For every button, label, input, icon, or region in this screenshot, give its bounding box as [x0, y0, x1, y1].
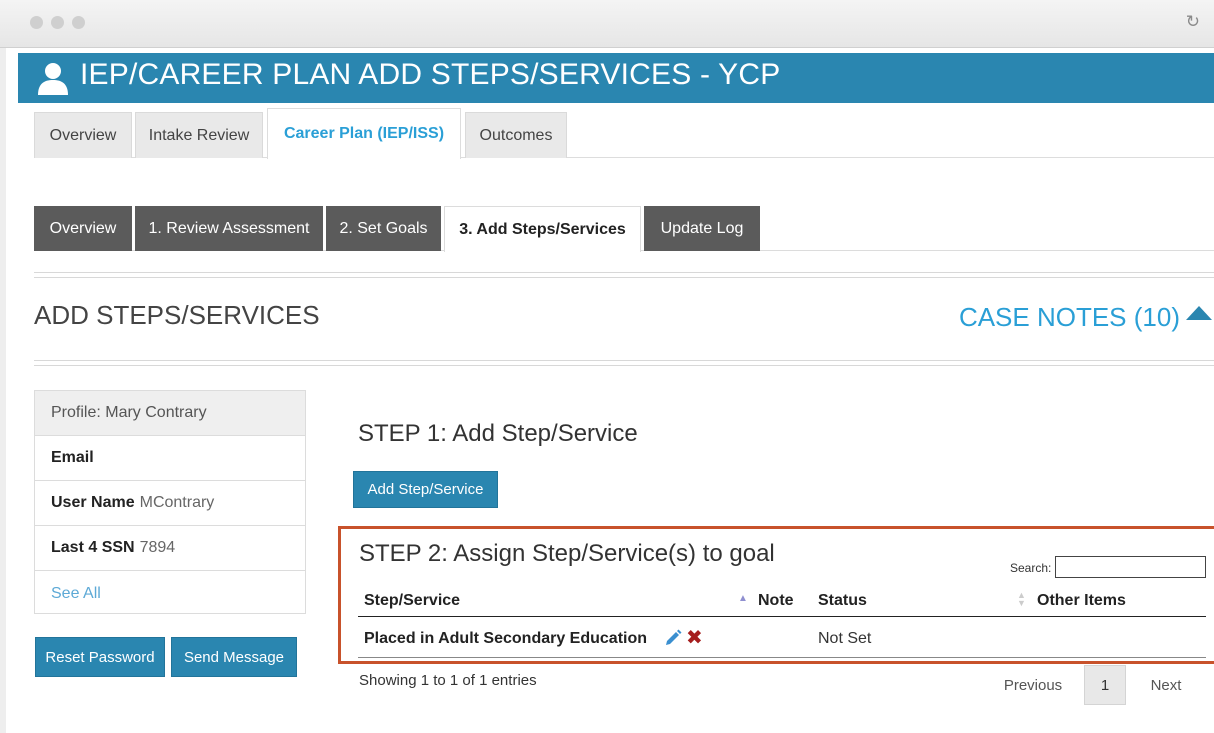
ssn-label: Last 4 SSN — [51, 539, 135, 556]
pagination-previous[interactable]: Previous — [993, 665, 1073, 705]
email-label: Email — [51, 449, 94, 466]
column-header-note[interactable]: Note — [758, 592, 794, 610]
profile-ssn-row: Last 4 SSN 7894 — [35, 526, 305, 571]
search-input[interactable] — [1055, 556, 1206, 578]
subtab-overview[interactable]: Overview — [34, 206, 132, 251]
subtab-set-goals[interactable]: 2. Set Goals — [326, 206, 441, 251]
username-value: MContrary — [139, 494, 215, 511]
chevron-up-icon[interactable] — [1186, 306, 1212, 320]
table-bottom-border — [358, 657, 1206, 658]
window-close-button[interactable] — [30, 16, 43, 29]
page-title: IEP/CAREER PLAN ADD STEPS/SERVICES - YCP — [80, 58, 781, 91]
table-cell-status: Not Set — [818, 630, 872, 647]
column-header-status[interactable]: Status — [818, 592, 867, 610]
tab-career-plan[interactable]: Career Plan (IEP/ISS) — [267, 108, 461, 159]
top-tabs: Overview Intake Review Career Plan (IEP/… — [34, 104, 1214, 159]
divider — [34, 360, 1214, 361]
ssn-value: 7894 — [139, 539, 176, 556]
reload-icon[interactable]: ↻ — [1186, 12, 1200, 32]
reset-password-button[interactable]: Reset Password — [35, 637, 165, 677]
table-header-border — [358, 616, 1206, 617]
window-maximize-button[interactable] — [72, 16, 85, 29]
search-label: Search: — [1010, 561, 1052, 575]
add-step-service-button[interactable]: Add Step/Service — [353, 471, 498, 508]
page: IEP/CAREER PLAN ADD STEPS/SERVICES - YCP… — [0, 48, 1214, 733]
column-header-other-items[interactable]: Other Items — [1037, 592, 1126, 610]
tab-outcomes[interactable]: Outcomes — [465, 112, 567, 158]
tab-intake-review[interactable]: Intake Review — [135, 112, 263, 158]
divider — [34, 277, 1214, 278]
pagination-page-1[interactable]: 1 — [1084, 665, 1126, 705]
step-tabs: Overview 1. Review Assessment 2. Set Goa… — [34, 206, 1214, 252]
divider — [34, 365, 1214, 366]
window-minimize-button[interactable] — [51, 16, 64, 29]
subtab-review-assessment[interactable]: 1. Review Assessment — [135, 206, 323, 251]
profile-panel: Profile: Mary Contrary Email User Name M… — [34, 390, 306, 614]
step2-title: STEP 2: Assign Step/Service(s) to goal — [359, 540, 775, 567]
profile-email-row: Email — [35, 436, 305, 481]
username-label: User Name — [51, 494, 135, 511]
table-info: Showing 1 to 1 of 1 entries — [359, 672, 537, 689]
tab-overview[interactable]: Overview — [34, 112, 132, 158]
case-notes-link[interactable]: CASE NOTES (10) — [959, 302, 1180, 333]
column-header-step-service[interactable]: Step/Service — [364, 592, 460, 610]
send-message-button[interactable]: Send Message — [171, 637, 297, 677]
subtab-add-steps-services[interactable]: 3. Add Steps/Services — [444, 206, 641, 252]
sort-ascending-icon[interactable]: ▲ — [738, 593, 748, 604]
profile-header: Profile: Mary Contrary — [35, 391, 305, 436]
subtab-update-log[interactable]: Update Log — [644, 206, 760, 251]
page-header: IEP/CAREER PLAN ADD STEPS/SERVICES - YCP — [18, 53, 1214, 103]
user-icon — [38, 63, 68, 95]
see-all-link[interactable]: See All — [35, 571, 305, 616]
pagination-next[interactable]: Next — [1138, 665, 1194, 705]
table-cell-step-service: Placed in Adult Secondary Education — [364, 630, 648, 647]
window-titlebar: ↻ — [0, 0, 1214, 48]
profile-username-row: User Name MContrary — [35, 481, 305, 526]
divider — [34, 272, 1214, 273]
section-title: ADD STEPS/SERVICES — [34, 300, 320, 330]
pencil-icon[interactable] — [663, 628, 683, 648]
delete-icon[interactable]: ✖ — [686, 625, 703, 650]
sort-icon[interactable]: ▲ ▼ — [1017, 591, 1026, 608]
step1-title: STEP 1: Add Step/Service — [358, 420, 638, 447]
